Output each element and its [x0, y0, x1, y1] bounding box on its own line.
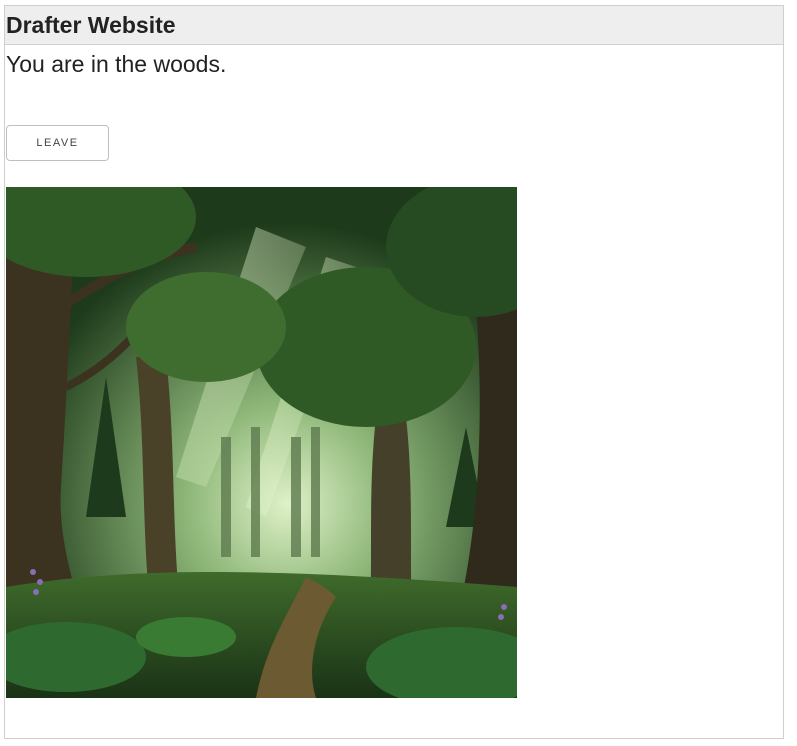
location-message: You are in the woods. [6, 51, 227, 77]
forest-scene-image [6, 187, 517, 698]
leave-button[interactable]: LEAVE [6, 125, 109, 161]
site-title: Drafter Website [6, 11, 176, 38]
site-header: Drafter Website [5, 6, 783, 45]
page-frame: Drafter Website You are in the woods. LE… [4, 5, 784, 739]
